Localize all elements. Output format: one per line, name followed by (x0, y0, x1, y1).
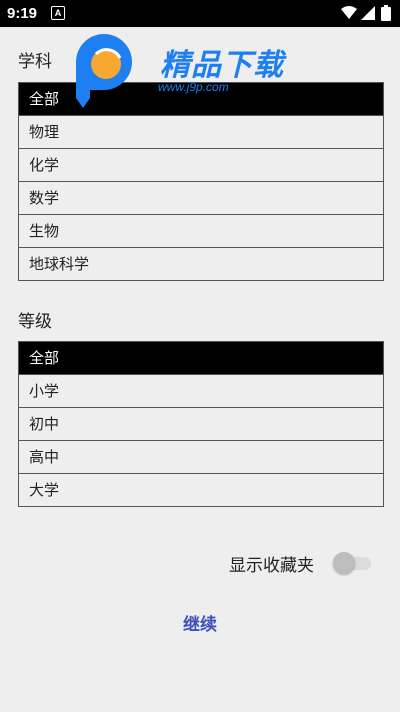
wifi-icon (341, 6, 357, 19)
subject-item-chemistry[interactable]: 化学 (19, 149, 383, 182)
show-favorites-label: 显示收藏夹 (229, 556, 314, 576)
levels-list: 全部 小学 初中 高中 大学 (18, 341, 384, 507)
subject-item-physics[interactable]: 物理 (19, 116, 383, 149)
toggle-thumb (333, 552, 355, 574)
level-item-middle[interactable]: 初中 (19, 408, 383, 441)
subjects-title: 学科 (18, 52, 52, 72)
subject-item-math[interactable]: 数学 (19, 182, 383, 215)
continue-button[interactable]: 继续 (160, 610, 240, 635)
level-item-high[interactable]: 高中 (19, 441, 383, 474)
watermark-url: www.j9p.com (158, 80, 229, 94)
battery-icon (381, 5, 391, 21)
levels-title: 等级 (18, 312, 52, 332)
status-bar: 9:19 A (0, 0, 400, 27)
status-time: 9:19 (7, 5, 38, 22)
watermark-brand: 精品下载 (160, 48, 284, 83)
level-item-university[interactable]: 大学 (19, 474, 383, 507)
level-item-all[interactable]: 全部 (19, 342, 383, 375)
notification-a-icon: A (51, 6, 65, 20)
subject-item-earth-science[interactable]: 地球科学 (19, 248, 383, 281)
subject-item-biology[interactable]: 生物 (19, 215, 383, 248)
signal-icon (361, 6, 375, 20)
level-item-primary[interactable]: 小学 (19, 375, 383, 408)
show-favorites-toggle[interactable] (333, 552, 371, 574)
